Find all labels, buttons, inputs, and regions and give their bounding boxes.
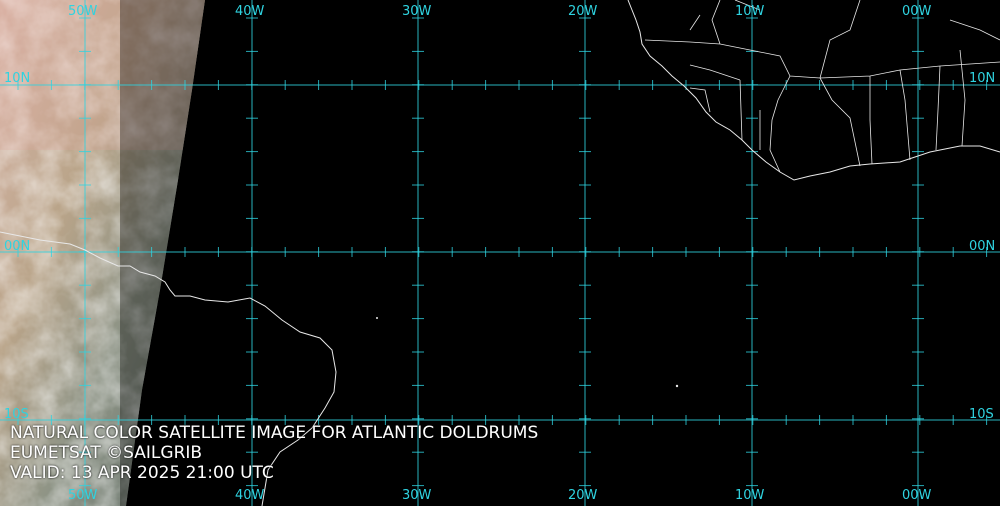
lon-label-top-20w: 20W xyxy=(568,4,598,19)
lon-label-top-40w: 40W xyxy=(235,4,265,19)
island-st-peter-paul xyxy=(376,317,378,319)
caption-valid-time: VALID: 13 APR 2025 21:00 UTC xyxy=(10,463,274,483)
lon-label-bottom-30w: 30W xyxy=(402,488,432,503)
image-caption: NATURAL COLOR SATELLITE IMAGE FOR ATLANT… xyxy=(10,423,538,483)
lat-label-left-00n: 00N xyxy=(4,239,31,254)
lon-label-bottom-20w: 20W xyxy=(568,488,598,503)
caption-title: NATURAL COLOR SATELLITE IMAGE FOR ATLANT… xyxy=(10,423,539,443)
lon-label-top-00w: 00W xyxy=(902,4,932,19)
lat-label-left-10n: 10N xyxy=(4,71,31,86)
lat-label-right-00n: 00N xyxy=(969,239,996,254)
lon-label-bottom-00w: 00W xyxy=(902,488,932,503)
lon-label-bottom-50w: 50W xyxy=(68,488,98,503)
lon-label-top-10w: 10W xyxy=(735,4,765,19)
caption-credit: EUMETSAT ©SAILGRIB xyxy=(10,443,203,463)
lat-label-right-10s: 10S xyxy=(969,407,994,422)
lat-label-right-10n: 10N xyxy=(969,71,996,86)
lon-label-bottom-10w: 10W xyxy=(735,488,765,503)
lon-label-top-50w: 50W xyxy=(68,4,98,19)
island-ascension xyxy=(675,384,679,388)
lon-label-bottom-40w: 40W xyxy=(235,488,265,503)
lon-label-top-30w: 30W xyxy=(402,4,432,19)
lat-label-left-10s: 10S xyxy=(4,407,29,422)
